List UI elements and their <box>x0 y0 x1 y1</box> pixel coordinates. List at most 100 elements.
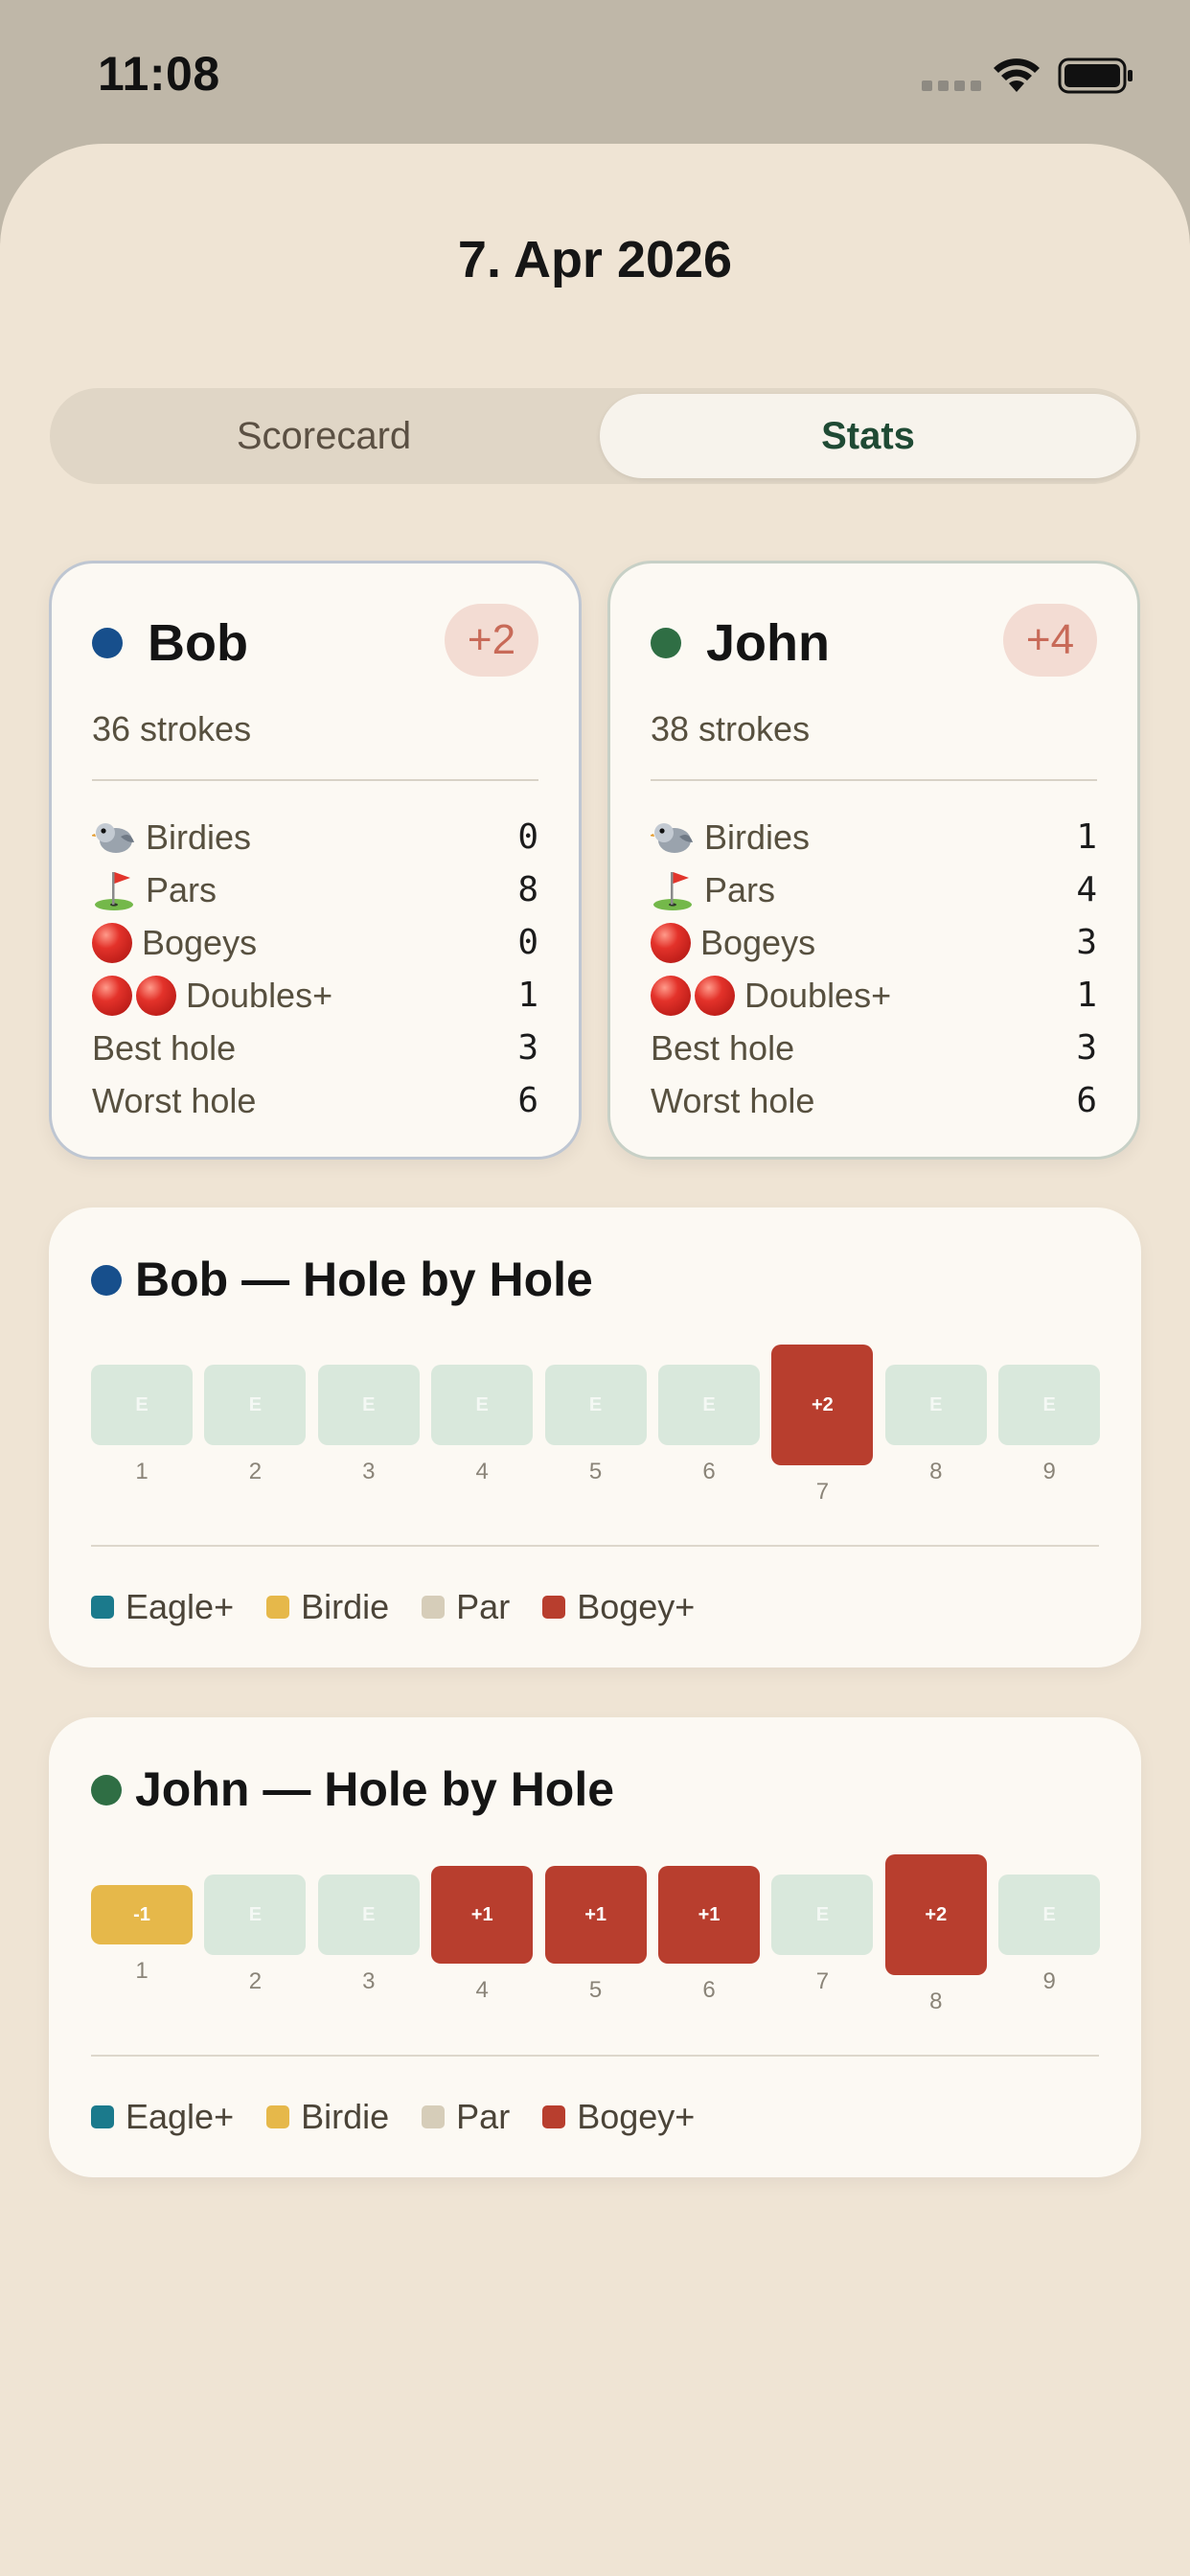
battery-icon <box>1058 58 1133 94</box>
stat-row: Worst hole 6 <box>651 1074 1097 1127</box>
stat-label: Doubles+ <box>186 975 333 1015</box>
player-name: Bob <box>148 614 248 672</box>
hole-bar: +1 6 <box>658 1866 760 2004</box>
hole-number: 3 <box>362 1968 376 1994</box>
legend-label: Birdie <box>301 1587 390 1626</box>
divider <box>651 779 1097 781</box>
stat-row: Doubles+ 1 <box>651 969 1097 1022</box>
strokes-total: 38 strokes <box>651 709 811 748</box>
stat-label-group: Worst hole <box>651 1081 814 1121</box>
divider <box>91 2055 1099 2057</box>
legend-item: Birdie <box>266 1587 389 1627</box>
tab-scorecard[interactable]: Scorecard <box>56 394 592 478</box>
hole-number: 6 <box>702 1977 716 2003</box>
stat-label-group: Birdies <box>651 817 810 858</box>
stat-label: Best hole <box>92 1027 237 1068</box>
stat-value: 0 <box>517 817 538 857</box>
hole-score-box: E <box>771 1874 874 1955</box>
hole-number: 3 <box>362 1459 376 1484</box>
hole-score-box: E <box>544 1365 647 1445</box>
stat-row: Doubles+ 1 <box>92 969 538 1022</box>
stat-row: Best hole 3 <box>92 1022 538 1074</box>
hole-bar: E7 <box>771 1874 874 1995</box>
legend-label: Par <box>456 1587 511 1626</box>
hole-score-box: E <box>998 1365 1101 1445</box>
hole-number: 2 <box>248 1968 263 1994</box>
hole-score-box: E <box>91 1365 193 1445</box>
hole-bars: E 1 E 2 E 3 E 4 E 5 E 6 +2 7 E 8 E 9 <box>91 1208 1101 1533</box>
stat-value: 1 <box>1076 976 1097 1015</box>
stat-value: 1 <box>1076 817 1097 857</box>
hole-number: 7 <box>815 1479 830 1505</box>
score-badge: +4 <box>1003 604 1097 677</box>
divider <box>91 1545 1099 1547</box>
hole-number: 4 <box>475 1977 489 2003</box>
hole-number: 4 <box>475 1459 489 1484</box>
hole-bar: +1 4 <box>431 1866 534 2004</box>
stat-label: Doubles+ <box>744 975 892 1015</box>
stat-label: Best hole <box>651 1027 795 1068</box>
stat-row: Bogeys 0 <box>92 916 538 969</box>
stat-value: 6 <box>1076 1081 1097 1120</box>
hole-score-box: E <box>204 1874 307 1955</box>
stat-row: Bogeys 3 <box>651 916 1097 969</box>
hole-score-box: -1 <box>91 1885 193 1944</box>
legend-swatch <box>266 1596 290 1619</box>
legend-swatch <box>91 1596 114 1619</box>
hole-bar: E1 <box>91 1365 193 1485</box>
hole-number: 5 <box>588 1459 603 1484</box>
stat-label-group: Bogeys <box>651 922 815 963</box>
bird-icon <box>651 817 695 858</box>
hole-bars: -1 1 E 2 E 3 +1 4 +1 5 +1 6 E 7 +2 8 E 9 <box>91 1717 1101 2043</box>
hole-score-box: +1 <box>658 1866 760 1964</box>
stat-label-group: Doubles+ <box>651 975 892 1016</box>
wifi-icon <box>994 58 1040 92</box>
stat-label-group: Pars <box>92 868 217 912</box>
stat-row: Worst hole 6 <box>92 1074 538 1127</box>
tab-stats[interactable]: Stats <box>600 394 1136 478</box>
stat-label-group: Worst hole <box>92 1081 256 1121</box>
stat-label: Worst hole <box>651 1080 815 1120</box>
hole-bar: +2 7 <box>771 1345 874 1506</box>
hole-number: 5 <box>588 1977 603 2003</box>
hole-bar: E4 <box>431 1365 534 1485</box>
legend-label: Eagle+ <box>126 2097 235 2136</box>
stat-value: 6 <box>517 1081 538 1120</box>
score-badge: +2 <box>445 604 538 677</box>
stat-row: Birdies 0 <box>92 811 538 863</box>
golf-flag-icon <box>651 868 695 912</box>
bird-icon <box>92 817 136 858</box>
hole-number: 7 <box>815 1968 830 1994</box>
view-segmented-control: Scorecard Stats <box>50 388 1140 484</box>
legend-swatch <box>542 2105 566 2128</box>
hole-number: 8 <box>929 1459 943 1484</box>
hole-score-box: +2 <box>771 1345 874 1465</box>
stat-label-group: Birdies <box>92 817 251 858</box>
legend-label: Eagle+ <box>126 1587 235 1626</box>
hole-number: 2 <box>248 1459 263 1484</box>
stat-label: Worst hole <box>92 1080 257 1120</box>
stat-row: Pars 4 <box>651 863 1097 916</box>
hole-score-box: E <box>317 1365 420 1445</box>
hole-bar: E6 <box>658 1365 760 1485</box>
hole-bar: +1 5 <box>544 1866 647 2004</box>
hole-bar: -1 1 <box>91 1885 193 1985</box>
hole-by-hole-card-bob: Bob — Hole by Hole E 1 E 2 E 3 E 4 E 5 E 6 +2 7 E 8 E 9 Eag… <box>49 1208 1141 1668</box>
hole-bar: E2 <box>204 1874 307 1995</box>
status-time: 11:08 <box>98 47 220 101</box>
stat-label-group: Doubles+ <box>92 975 333 1016</box>
player-summary-card-bob: Bob +2 36 strokes Birdies 0 Pars 8 Bogeys 0 Doubl… <box>49 561 582 1160</box>
golf-flag-icon <box>92 868 136 912</box>
stat-row: Best hole 3 <box>651 1022 1097 1074</box>
legend-item: Par <box>422 1587 510 1627</box>
stat-value: 0 <box>517 923 538 962</box>
cellular-signal-icon <box>922 80 981 91</box>
legend-swatch <box>91 2105 114 2128</box>
hole-score-box: E <box>431 1365 534 1445</box>
divider <box>92 779 538 781</box>
hole-number: 1 <box>135 1958 149 1984</box>
page-title: 7. Apr 2026 <box>457 231 733 288</box>
legend-item: Bogey+ <box>542 2097 695 2137</box>
double-red-circle-icon <box>651 975 735 1016</box>
stats-list: Birdies 1 Pars 4 Bogeys 3 Doubles+ 1 Best hole 3 W… <box>651 811 1097 1127</box>
